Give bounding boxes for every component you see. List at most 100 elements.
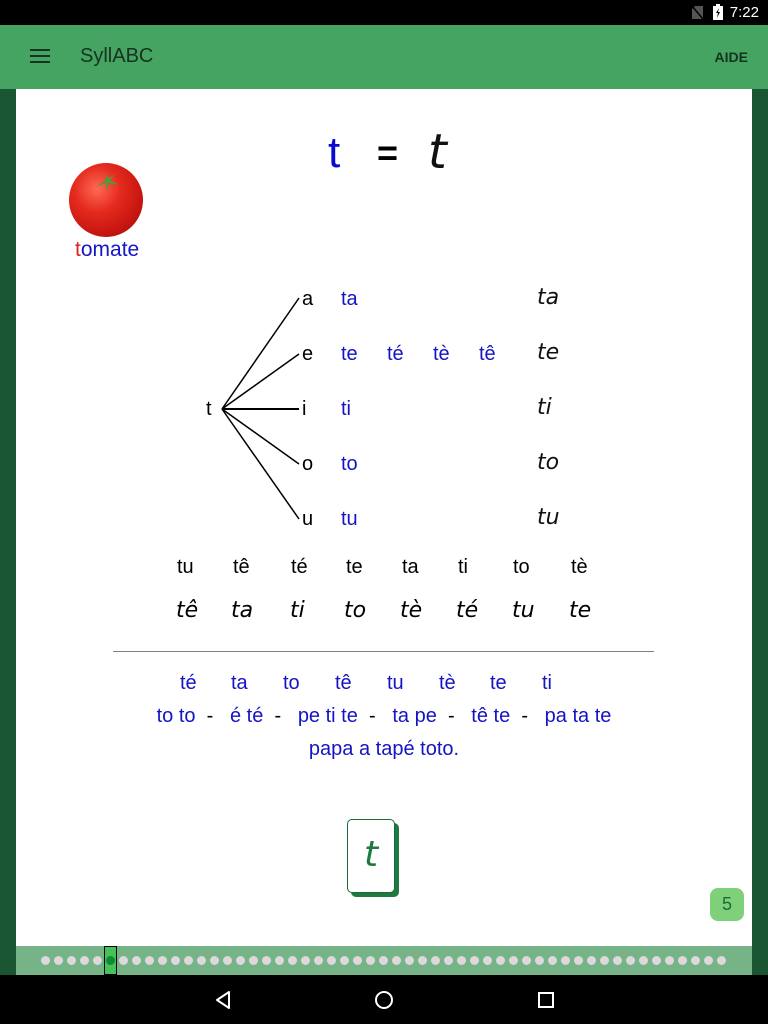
page-dot[interactable] [548, 956, 557, 965]
vowel-o: o [302, 453, 314, 475]
page-dot[interactable] [418, 956, 427, 965]
page-dot[interactable] [197, 956, 206, 965]
tree-root-letter: t [206, 398, 212, 420]
mixed-cursive-item[interactable]: ti [290, 598, 305, 623]
page-number-badge[interactable]: 5 [710, 888, 744, 921]
page-dot[interactable] [340, 956, 349, 965]
reading-syllable[interactable]: tè [439, 672, 456, 695]
reading-syllable[interactable]: te [490, 672, 507, 695]
syllable-ti[interactable]: ti [341, 398, 351, 421]
page-dot[interactable] [366, 956, 375, 965]
page-dot[interactable] [535, 956, 544, 965]
cursive-tu: tu [537, 505, 560, 530]
page-dot[interactable] [652, 956, 661, 965]
page-dot[interactable] [509, 956, 518, 965]
reading-syllable[interactable]: to [283, 672, 300, 695]
syllable-te-acute[interactable]: té [387, 343, 404, 366]
page-dot[interactable] [691, 956, 700, 965]
page-dot[interactable] [379, 956, 388, 965]
reading-syllable[interactable]: tu [387, 672, 404, 695]
reading-word[interactable]: ta pe [392, 705, 436, 727]
syllable-te[interactable]: te [341, 343, 358, 366]
page-dot-active[interactable] [106, 956, 115, 965]
recents-icon[interactable] [535, 989, 557, 1011]
page-dot[interactable] [223, 956, 232, 965]
page-dot[interactable] [444, 956, 453, 965]
page-dot[interactable] [613, 956, 622, 965]
page-dot[interactable] [483, 956, 492, 965]
syllable-to[interactable]: to [341, 453, 358, 476]
page-dot[interactable] [678, 956, 687, 965]
page-dot[interactable] [288, 956, 297, 965]
page-dot[interactable] [210, 956, 219, 965]
page-dot[interactable] [717, 956, 726, 965]
page-dot[interactable] [249, 956, 258, 965]
mixed-cursive-item[interactable]: tu [512, 598, 535, 623]
page-dot[interactable] [470, 956, 479, 965]
page-dot[interactable] [665, 956, 674, 965]
syllable-tu[interactable]: tu [341, 508, 358, 531]
reading-word[interactable]: pe ti te [298, 705, 358, 727]
mixed-print-item[interactable]: tè [571, 556, 588, 579]
page-dot[interactable] [132, 956, 141, 965]
mixed-cursive-item[interactable]: te [569, 598, 591, 623]
mixed-print-item[interactable]: té [291, 556, 308, 579]
page-dot[interactable] [80, 956, 89, 965]
back-icon[interactable] [212, 989, 234, 1011]
page-dot[interactable] [626, 956, 635, 965]
page-dot[interactable] [587, 956, 596, 965]
page-dot[interactable] [522, 956, 531, 965]
letter-card[interactable]: t [347, 819, 395, 893]
page-dot[interactable] [457, 956, 466, 965]
page-dot[interactable] [704, 956, 713, 965]
mixed-cursive-item[interactable]: tê [176, 598, 198, 623]
page-dot[interactable] [145, 956, 154, 965]
page-dot[interactable] [275, 956, 284, 965]
mixed-print-item[interactable]: tê [233, 556, 250, 579]
page-dot[interactable] [314, 956, 323, 965]
page-dot[interactable] [561, 956, 570, 965]
mixed-cursive-item[interactable]: ta [231, 598, 253, 623]
page-dot[interactable] [639, 956, 648, 965]
home-icon[interactable] [373, 989, 395, 1011]
reading-syllable[interactable]: ti [542, 672, 552, 695]
page-dot[interactable] [236, 956, 245, 965]
reading-word[interactable]: to to [157, 705, 196, 727]
page-dot[interactable] [353, 956, 362, 965]
page-dot[interactable] [600, 956, 609, 965]
page-dot[interactable] [262, 956, 271, 965]
page-dot[interactable] [67, 956, 76, 965]
page-dot[interactable] [327, 956, 336, 965]
page-dot[interactable] [301, 956, 310, 965]
page-dot[interactable] [41, 956, 50, 965]
mixed-print-item[interactable]: te [346, 556, 363, 579]
reading-word[interactable]: é té [230, 705, 263, 727]
reading-syllable[interactable]: té [180, 672, 197, 695]
reading-syllable[interactable]: ta [231, 672, 248, 695]
page-dot[interactable] [496, 956, 505, 965]
mixed-cursive-item[interactable]: tè [400, 598, 422, 623]
mixed-print-item[interactable]: ta [402, 556, 419, 579]
page-dot[interactable] [184, 956, 193, 965]
page-dot[interactable] [119, 956, 128, 965]
mixed-print-item[interactable]: tu [177, 556, 194, 579]
reading-sentence[interactable]: papa a tapé toto. [0, 738, 768, 761]
page-dot[interactable] [158, 956, 167, 965]
page-dot[interactable] [171, 956, 180, 965]
syllable-te-grave[interactable]: tè [433, 343, 450, 366]
mixed-print-item[interactable]: ti [458, 556, 468, 579]
page-dot[interactable] [54, 956, 63, 965]
reading-syllable[interactable]: tê [335, 672, 352, 695]
mixed-cursive-item[interactable]: té [456, 598, 478, 623]
syllable-ta[interactable]: ta [341, 288, 358, 311]
reading-word[interactable]: tê te [471, 705, 510, 727]
syllable-te-circumflex[interactable]: tê [479, 343, 496, 366]
page-dot[interactable] [392, 956, 401, 965]
mixed-print-item[interactable]: to [513, 556, 530, 579]
page-dot[interactable] [431, 956, 440, 965]
reading-word[interactable]: pa ta te [545, 705, 612, 727]
mixed-cursive-item[interactable]: to [344, 598, 366, 623]
page-dot[interactable] [574, 956, 583, 965]
page-dot[interactable] [93, 956, 102, 965]
page-dot[interactable] [405, 956, 414, 965]
